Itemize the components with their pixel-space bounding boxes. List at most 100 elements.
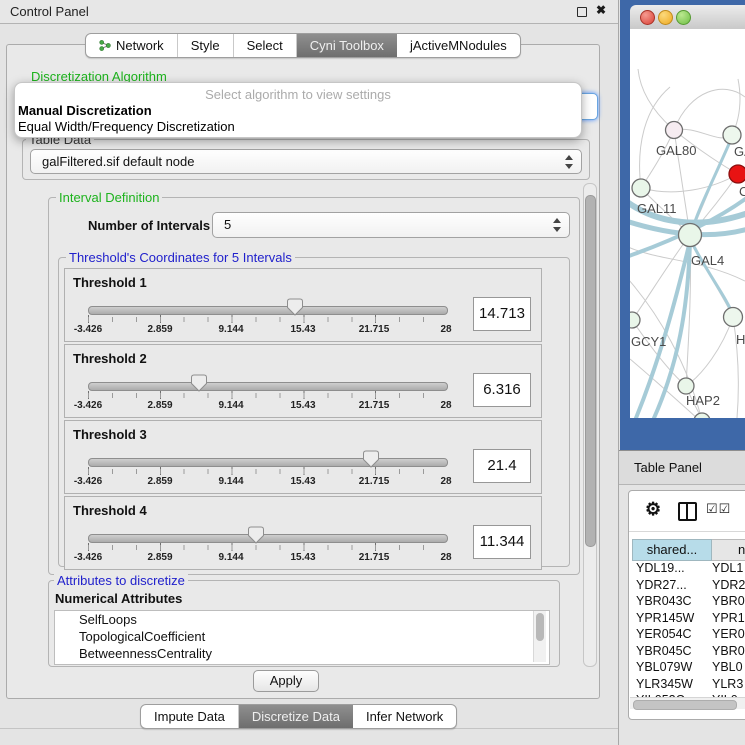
slider-track[interactable]: [88, 534, 448, 543]
close-traffic-icon[interactable]: [640, 10, 655, 25]
algorithm-option-manual[interactable]: Manual Discretization: [18, 103, 152, 118]
numerical-attributes-label: Numerical Attributes: [52, 591, 185, 606]
slider-thumb[interactable]: [363, 450, 379, 468]
cell: YLR3: [712, 677, 743, 691]
num-intervals-label: Number of Intervals: [88, 218, 210, 233]
network-icon: [99, 39, 111, 52]
table-row[interactable]: YBR043CYBR0: [632, 594, 745, 611]
node-h[interactable]: [724, 308, 743, 327]
node-label-c: C: [739, 184, 745, 199]
table-row[interactable]: YLR345WYLR3: [632, 677, 745, 694]
node-hap2[interactable]: [678, 378, 694, 394]
list-scrollbar[interactable]: [533, 611, 546, 662]
slider-thumb[interactable]: [191, 374, 207, 392]
node-gcy1[interactable]: [630, 312, 640, 328]
tick-label: 2.859: [147, 400, 172, 411]
node-ga[interactable]: [723, 126, 741, 144]
table-row[interactable]: YDL19...YDL1: [632, 561, 745, 578]
algorithm-option-equal-width[interactable]: Equal Width/Frequency Discretization: [18, 119, 235, 134]
table-row[interactable]: YBR045CYBR0: [632, 644, 745, 661]
tab-select[interactable]: Select: [234, 34, 297, 57]
zoom-traffic-icon[interactable]: [676, 10, 691, 25]
tab-impute-data[interactable]: Impute Data: [141, 705, 239, 728]
cell: YDR27...: [632, 578, 712, 592]
tick-label: -3.426: [74, 476, 102, 487]
threshold-value-field[interactable]: 11.344: [473, 525, 531, 559]
slider-track[interactable]: [88, 382, 448, 391]
numerical-attributes-list: SelfLoops TopologicalCoefficient Between…: [54, 610, 550, 665]
column-header-shared-name[interactable]: shared...: [632, 539, 712, 561]
list-item[interactable]: SelfLoops: [55, 611, 549, 628]
threshold-value-field[interactable]: 14.713: [473, 297, 531, 331]
close-icon[interactable]: ✖: [596, 3, 606, 17]
list-item[interactable]: TopologicalCoefficient: [55, 628, 549, 645]
node-label-gcy1: GCY1: [631, 334, 666, 349]
list-scrollbar-thumb[interactable]: [536, 613, 544, 641]
select-columns-icons[interactable]: ☑☑: [706, 501, 731, 517]
tab-infer-network-label: Infer Network: [366, 705, 443, 728]
network-canvas[interactable]: GAL80 GA C GAL11 GAL4 GCY1 H HAP2: [630, 29, 745, 418]
table-row[interactable]: YPR145WYPR1: [632, 611, 745, 628]
table-header: shared... na: [632, 539, 745, 561]
tab-cyni-toolbox-label: Cyni Toolbox: [310, 34, 384, 57]
tab-jactivemnodules[interactable]: jActiveMNodules: [397, 34, 520, 57]
node-gal4[interactable]: [679, 224, 702, 247]
minimize-traffic-icon[interactable]: [658, 10, 673, 25]
float-window-icon[interactable]: [577, 7, 587, 17]
tab-style[interactable]: Style: [178, 34, 234, 57]
slider-thumb[interactable]: [287, 298, 303, 316]
combo-arrows-icon: [553, 218, 562, 232]
threshold-label: Threshold 2: [73, 351, 147, 366]
table-rows: YDL19...YDL1 YDR27...YDR2 YBR043CYBR0 YP…: [632, 561, 745, 710]
table-panel-titlebar: Table Panel: [619, 450, 745, 485]
apply-button[interactable]: Apply: [253, 670, 319, 692]
tick-label: 28: [440, 400, 451, 411]
tab-discretize-data[interactable]: Discretize Data: [239, 705, 353, 728]
threshold-panel-4: Threshold 4 -3.426 2.859 9.144 15.43 21.…: [64, 496, 542, 570]
algorithm-prompt-item[interactable]: Select algorithm to view settings: [15, 87, 581, 102]
slider-thumb[interactable]: [248, 526, 264, 544]
tab-impute-data-label: Impute Data: [154, 705, 225, 728]
threshold-value-field[interactable]: 21.4: [473, 449, 531, 483]
cell: YDR2: [712, 578, 745, 592]
network-window-titlebar[interactable]: [630, 5, 745, 30]
columns-icon[interactable]: [678, 502, 697, 521]
dock-divider[interactable]: [618, 0, 619, 745]
table-row[interactable]: YDR27...YDR2: [632, 578, 745, 595]
tab-infer-network[interactable]: Infer Network: [353, 705, 456, 728]
cell: YBR0: [712, 594, 745, 608]
node-gal11[interactable]: [632, 179, 650, 197]
tick-label: 21.715: [359, 552, 390, 563]
tab-cyni-toolbox[interactable]: Cyni Toolbox: [297, 34, 397, 57]
table-data-combobox[interactable]: galFiltered.sif default node: [30, 149, 582, 174]
panel-title: Control Panel: [10, 4, 89, 19]
slider-track[interactable]: [88, 306, 448, 315]
table-hscrollbar-thumb[interactable]: [633, 700, 737, 710]
list-item[interactable]: BetweennessCentrality: [55, 645, 549, 662]
table-row[interactable]: YBL079WYBL0: [632, 660, 745, 677]
slider-track[interactable]: [88, 458, 448, 467]
num-intervals-combobox[interactable]: 5: [212, 212, 570, 238]
gear-icon[interactable]: ⚙: [645, 499, 661, 520]
node-gal80[interactable]: [666, 122, 683, 139]
tick-label: 21.715: [359, 400, 390, 411]
table-hscrollbar[interactable]: [630, 697, 745, 709]
panel-scrollbar-thumb[interactable]: [585, 195, 596, 547]
column-header-name[interactable]: na: [712, 539, 745, 561]
threshold-value-field[interactable]: 6.316: [473, 373, 531, 407]
threshold-label: Threshold 4: [73, 503, 147, 518]
node-label-hap2: HAP2: [686, 393, 720, 408]
tab-network[interactable]: Network: [86, 34, 178, 57]
cell: YDL1: [712, 561, 743, 575]
node-bottom[interactable]: [694, 413, 710, 418]
tick-label: -3.426: [74, 552, 102, 563]
node-red-selected[interactable]: [729, 165, 745, 183]
tick-label: 9.144: [218, 552, 243, 563]
node-table: ⚙ ☑☑ shared... na YDL19...YDL1 YDR27...Y…: [628, 490, 745, 720]
algorithm-dropdown-popup: Select algorithm to view settings Manual…: [14, 82, 582, 138]
tick-label: 2.859: [147, 324, 172, 335]
tab-discretize-data-label: Discretize Data: [252, 705, 340, 728]
cell: YER0: [712, 627, 745, 641]
table-row[interactable]: YER054CYER0: [632, 627, 745, 644]
tick-label: 21.715: [359, 324, 390, 335]
